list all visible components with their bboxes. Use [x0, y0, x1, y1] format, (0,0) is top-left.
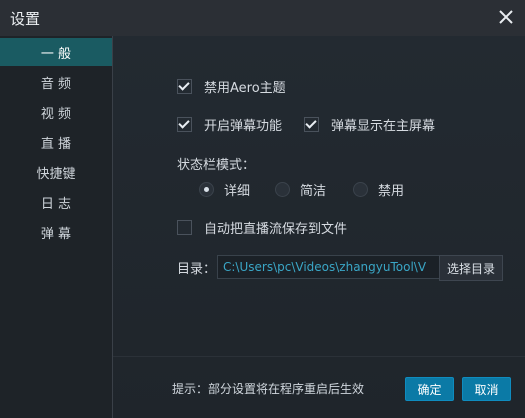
radio-detailed-label: 详细: [224, 184, 251, 199]
settings-panel: 禁用Aero主题 开启弹幕功能 弹幕显示在主屏幕 状态栏模式： 详细 简洁 禁用…: [113, 36, 525, 418]
disable-aero-checkbox[interactable]: [177, 79, 192, 94]
sidebar-item-danmaku[interactable]: 弹 幕: [0, 218, 112, 246]
sidebar-item-audio[interactable]: 音 频: [0, 68, 112, 96]
mode-option-simple[interactable]: 简洁: [275, 180, 326, 199]
footer-divider: [113, 356, 525, 357]
sidebar-item-label: 音 频: [40, 76, 72, 92]
sidebar-item-log[interactable]: 日 志: [0, 188, 112, 216]
sidebar-item-label: 日 志: [40, 196, 72, 212]
cancel-button[interactable]: 取消: [462, 377, 511, 401]
disable-aero-label: 禁用Aero主题: [204, 81, 286, 96]
sidebar-item-general[interactable]: 一 般: [0, 38, 112, 66]
dir-label: 目录：: [177, 262, 217, 277]
mode-option-disabled[interactable]: 禁用: [353, 180, 404, 199]
choose-directory-button[interactable]: 选择目录: [439, 255, 503, 281]
enable-danmaku-checkbox[interactable]: [177, 117, 192, 132]
window-title: 设置: [10, 10, 41, 28]
auto-save-label: 自动把直播流保存到文件: [204, 222, 348, 237]
danmaku-main-screen-checkbox[interactable]: [304, 117, 319, 132]
danmaku-main-screen-label: 弹幕显示在主屏幕: [331, 119, 436, 134]
radio-disabled[interactable]: [353, 182, 368, 197]
dir-label-row: 目录：: [177, 258, 216, 277]
restart-hint: 提示：部分设置将在程序重启后生效: [172, 382, 365, 396]
mode-option-detailed[interactable]: 详细: [199, 180, 250, 199]
sidebar-item-label: 弹 幕: [40, 226, 72, 242]
ok-button[interactable]: 确定: [405, 377, 454, 401]
radio-simple[interactable]: [275, 182, 290, 197]
statusbar-mode-label-row: 状态栏模式：: [177, 154, 255, 173]
sidebar-item-live[interactable]: 直 播: [0, 128, 112, 156]
sidebar-item-label: 一 般: [40, 46, 72, 62]
title-bar: 设置: [0, 0, 525, 36]
sidebar-item-label: 直 播: [40, 136, 72, 152]
disable-aero-row[interactable]: 禁用Aero主题: [177, 77, 286, 96]
sidebar-item-label: 快捷键: [36, 166, 76, 182]
sidebar-item-hotkeys[interactable]: 快捷键: [0, 158, 112, 186]
close-icon[interactable]: [497, 8, 515, 26]
statusbar-mode-label: 状态栏模式：: [177, 158, 256, 173]
settings-window: 设置 一 般 音 频 视 频 直 播 快捷键 日 志 弹 幕 禁用Aero主题 …: [0, 0, 525, 418]
radio-simple-label: 简洁: [300, 184, 327, 199]
auto-save-checkbox[interactable]: [177, 220, 192, 235]
sidebar: 一 般 音 频 视 频 直 播 快捷键 日 志 弹 幕: [0, 36, 113, 418]
enable-danmaku-row[interactable]: 开启弹幕功能: [177, 115, 282, 134]
sidebar-item-label: 视 频: [40, 106, 72, 122]
enable-danmaku-label: 开启弹幕功能: [204, 119, 283, 134]
radio-disabled-label: 禁用: [378, 184, 405, 199]
sidebar-item-video[interactable]: 视 频: [0, 98, 112, 126]
auto-save-row[interactable]: 自动把直播流保存到文件: [177, 218, 347, 237]
save-directory-field[interactable]: C:\Users\pc\Videos\zhangyuTool\V: [217, 255, 443, 279]
radio-detailed[interactable]: [199, 182, 214, 197]
danmaku-main-screen-row[interactable]: 弹幕显示在主屏幕: [304, 115, 435, 134]
